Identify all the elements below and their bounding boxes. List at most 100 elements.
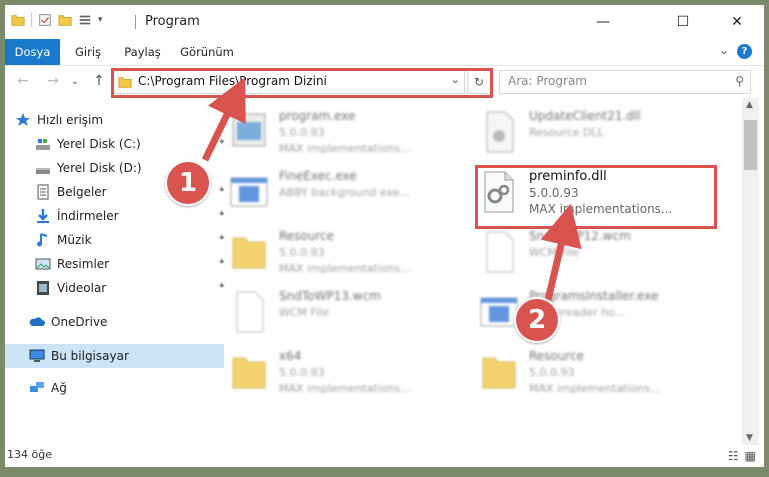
minimize-button[interactable]: —	[580, 5, 626, 39]
blank-file-icon	[486, 231, 514, 273]
tab-dosya[interactable]: Dosya	[5, 39, 60, 65]
file-explorer-window: ▾ Program — ☐ ✕ Dosya Giriş Paylaş Görün…	[5, 5, 764, 467]
file-item[interactable]: SndToWP13.wcm WCM File	[223, 284, 468, 340]
folder-icon	[482, 357, 516, 389]
back-button[interactable]: ←	[13, 71, 33, 91]
navigation-bar: ← → ⌄ ↑ C:\Program Files\Program Dizini …	[5, 66, 764, 98]
sidebar-item-label: Yerel Disk (D:)	[57, 161, 142, 175]
file-name: Resource	[529, 349, 585, 363]
folder-icon[interactable]	[11, 13, 25, 27]
sidebar-item-videolar[interactable]: Videolar ✦	[5, 276, 230, 300]
file-item[interactable]: UpdateClient21.dll Resource DLL	[473, 104, 718, 160]
sidebar-item-local-disk-c[interactable]: Yerel Disk (C:) ✦	[5, 132, 230, 156]
recent-locations-icon[interactable]: ⌄	[65, 71, 85, 91]
file-item[interactable]: x64 5.0.0.93 MAX implementations...	[223, 344, 468, 400]
file-version: WCM File	[279, 306, 329, 319]
sidebar-item-this-pc[interactable]: Bu bilgisayar	[5, 344, 224, 368]
file-name: FineExec.exe	[279, 169, 357, 183]
sidebar-item-label: Yerel Disk (C:)	[57, 137, 141, 151]
view-toggle: ☷ ▦	[728, 449, 756, 463]
step-callout-2: 2	[514, 297, 560, 343]
tiles-view-icon[interactable]: ▦	[745, 449, 756, 463]
ribbon-tabs: Dosya Giriş Paylaş Görünüm ⌄ ?	[5, 39, 764, 66]
music-icon	[37, 233, 48, 247]
pictures-icon	[35, 258, 51, 270]
network-icon	[30, 382, 44, 392]
title-separator	[135, 15, 136, 29]
folder-icon	[232, 357, 266, 389]
maximize-button[interactable]: ☐	[660, 5, 706, 39]
documents-icon	[37, 184, 49, 200]
file-item[interactable]: SndToWP12.wcm WCM File	[473, 224, 718, 280]
item-count: 134 öğe	[7, 448, 52, 461]
sidebar-item-label: Bu bilgisayar	[51, 349, 129, 363]
file-version: 5.0.0.93	[279, 126, 325, 139]
sidebar-item-onedrive[interactable]: OneDrive	[5, 310, 224, 334]
details-view-icon[interactable]: ☷	[728, 449, 739, 463]
quick-access-toolbar: ▾	[11, 13, 103, 27]
videos-icon	[37, 281, 49, 295]
file-item[interactable]: Resource 5.0.0.93 MAX implementations...	[223, 224, 468, 280]
toolbar-dropdown-icon[interactable]: ▾	[98, 15, 103, 25]
sidebar-item-label: Resimler	[57, 257, 110, 271]
file-grid: program.exe 5.0.0.93 MAX implementations…	[223, 98, 741, 445]
forward-button[interactable]: →	[43, 71, 63, 91]
file-name: SndToWP13.wcm	[279, 289, 381, 303]
file-item[interactable]: FineExec.exe ABBY background exe...	[223, 164, 468, 220]
file-highlight-box	[475, 165, 717, 229]
sidebar-item-label: Hızlı erişim	[37, 113, 104, 127]
file-item[interactable]: program.exe 5.0.0.93 MAX implementations…	[223, 104, 468, 160]
sidebar-item-quick-access[interactable]: Hızlı erişim	[5, 108, 210, 132]
file-version: 5.0.0.93	[279, 366, 325, 379]
dll-icon	[486, 111, 514, 153]
sidebar-item-label: Ağ	[51, 381, 67, 395]
download-icon	[37, 209, 49, 223]
drive-icon	[36, 168, 50, 174]
scroll-thumb[interactable]	[744, 120, 757, 170]
tab-giris[interactable]: Giriş	[60, 39, 116, 65]
sidebar-item-label: İndirmeler	[57, 209, 119, 223]
file-version: Resource DLL	[529, 126, 604, 139]
new-folder-icon[interactable]	[58, 13, 72, 27]
sidebar-item-indirmeler[interactable]: İndirmeler ✦	[5, 204, 230, 228]
search-icon[interactable]: ⚲	[735, 74, 744, 88]
scroll-up-icon[interactable]: ▲	[746, 100, 753, 110]
file-description: MAX implementations...	[279, 262, 411, 275]
tab-gorunum[interactable]: Görünüm	[169, 39, 245, 65]
sidebar-item-resimler[interactable]: Resimler ✦	[5, 252, 230, 276]
file-item[interactable]: Resource 5.0.0.93 MAX implementations...	[473, 344, 718, 400]
sidebar-item-network[interactable]: Ağ	[5, 376, 224, 400]
sidebar-item-label: OneDrive	[51, 315, 108, 329]
tab-paylas[interactable]: Paylaş	[116, 39, 169, 65]
file-item[interactable]: ProgramsInstaller.exe Y Finereader ho...	[473, 284, 718, 340]
expand-ribbon-icon[interactable]: ⌄	[719, 43, 729, 57]
scroll-down-icon[interactable]: ▼	[746, 433, 753, 443]
close-button[interactable]: ✕	[714, 5, 760, 39]
properties-check-icon[interactable]	[38, 13, 52, 27]
file-version: ABBY background exe...	[279, 186, 410, 199]
file-version: WCM File	[529, 246, 579, 259]
customize-toolbar-icon[interactable]	[78, 13, 92, 27]
file-description: MAX implementations...	[529, 382, 661, 395]
help-icon[interactable]: ?	[737, 44, 752, 59]
file-name: program.exe	[279, 109, 356, 123]
up-button[interactable]: ↑	[89, 71, 109, 91]
search-placeholder: Ara: Program	[508, 74, 587, 88]
vertical-scrollbar[interactable]: ▲ ▼	[742, 98, 759, 445]
file-name: Resource	[279, 229, 335, 243]
sidebar-item-label: Videolar	[57, 281, 107, 295]
file-name: SndToWP12.wcm	[529, 229, 631, 243]
exe-icon	[232, 113, 266, 147]
sidebar-item-label: Belgeler	[57, 185, 107, 199]
file-name: x64	[279, 349, 302, 363]
address-highlight-box	[111, 68, 493, 98]
file-description: MAX implementations...	[279, 382, 411, 395]
status-bar: 134 öğe ☷ ▦	[5, 445, 764, 467]
folder-icon	[232, 237, 266, 269]
navigation-pane: Hızlı erişim Yerel Disk (C:) ✦ Yerel Dis…	[5, 98, 226, 445]
sidebar-item-muzik[interactable]: Müzik ✦	[5, 228, 230, 252]
blank-file-icon	[236, 291, 264, 333]
search-box[interactable]: Ara: Program ⚲	[499, 70, 751, 94]
toolbar-separator	[31, 13, 32, 27]
drive-icon	[36, 139, 50, 150]
